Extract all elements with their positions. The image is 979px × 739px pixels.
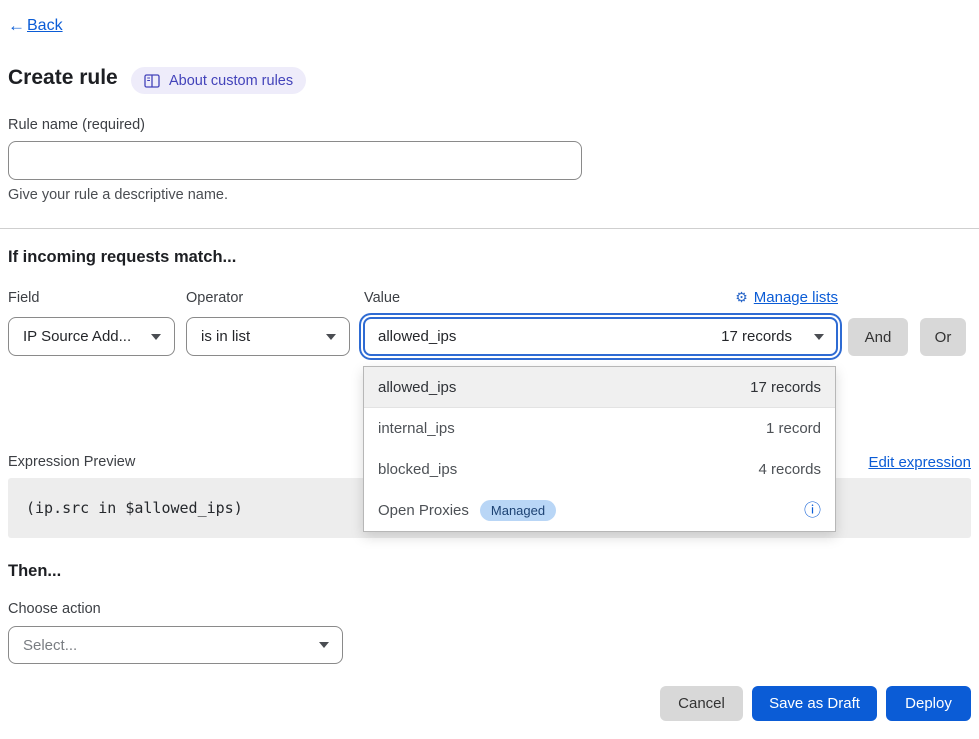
chevron-down-icon [326,334,336,340]
deploy-button[interactable]: Deploy [886,686,971,721]
value-label: Value [364,290,400,306]
section-divider [0,228,979,229]
and-button[interactable]: And [848,318,908,356]
rule-name-label: Rule name (required) [8,117,145,133]
operator-select-value: is in list [201,328,250,345]
back-link[interactable]: ←Back [8,16,63,36]
chevron-down-icon [814,334,824,340]
match-section-heading: If incoming requests match... [8,248,236,267]
value-records-count: 17 records [721,328,792,345]
field-select-value: IP Source Add... [23,328,131,345]
action-select-placeholder: Select... [23,637,77,654]
book-icon [144,74,160,88]
save-as-draft-button[interactable]: Save as Draft [752,686,877,721]
list-item-detail: 1 record [766,420,821,437]
list-item-name: blocked_ips [378,461,457,478]
list-item[interactable]: Open Proxies Managed ⓘ [364,490,835,531]
create-rule-page: ←Back Create rule About custom rules Rul… [0,0,979,739]
gear-icon: ⚙ [735,289,748,306]
list-item-detail: 4 records [758,461,821,478]
list-item[interactable]: blocked_ips 4 records [364,449,835,490]
about-custom-rules-link[interactable]: About custom rules [131,67,306,94]
expression-preview-label: Expression Preview [8,454,135,470]
value-combobox-value: allowed_ips [378,328,456,345]
back-arrow-icon: ← [8,16,25,36]
operator-label: Operator [186,290,243,306]
back-link-label: Back [27,17,63,35]
field-select[interactable]: IP Source Add... [8,317,175,356]
rule-name-input[interactable] [8,141,582,180]
field-label: Field [8,290,39,306]
managed-badge: Managed [480,500,556,521]
value-dropdown-list: allowed_ips 17 records internal_ips 1 re… [363,366,836,532]
rule-name-help-text: Give your rule a descriptive name. [8,187,228,203]
list-item[interactable]: allowed_ips 17 records [364,367,835,408]
or-button[interactable]: Or [920,318,966,356]
list-item[interactable]: internal_ips 1 record [364,408,835,449]
chevron-down-icon [319,642,329,648]
choose-action-label: Choose action [8,601,101,617]
info-icon[interactable]: ⓘ [804,502,821,519]
list-item-name: Open Proxies [378,502,469,519]
manage-lists-link[interactable]: ⚙ Manage lists [735,289,838,306]
list-item-detail: 17 records [750,379,821,396]
value-combobox[interactable]: allowed_ips 17 records [363,317,838,356]
about-custom-rules-label: About custom rules [169,73,293,89]
page-title: Create rule [8,66,118,90]
list-item-name: internal_ips [378,420,455,437]
action-select[interactable]: Select... [8,626,343,664]
list-item-name: allowed_ips [378,379,456,396]
cancel-button[interactable]: Cancel [660,686,743,721]
operator-select[interactable]: is in list [186,317,350,356]
expression-code: (ip.src in $allowed_ips) [26,499,243,517]
manage-lists-label: Manage lists [754,289,838,306]
then-section-heading: Then... [8,562,61,581]
chevron-down-icon [151,334,161,340]
edit-expression-link[interactable]: Edit expression [868,454,971,471]
